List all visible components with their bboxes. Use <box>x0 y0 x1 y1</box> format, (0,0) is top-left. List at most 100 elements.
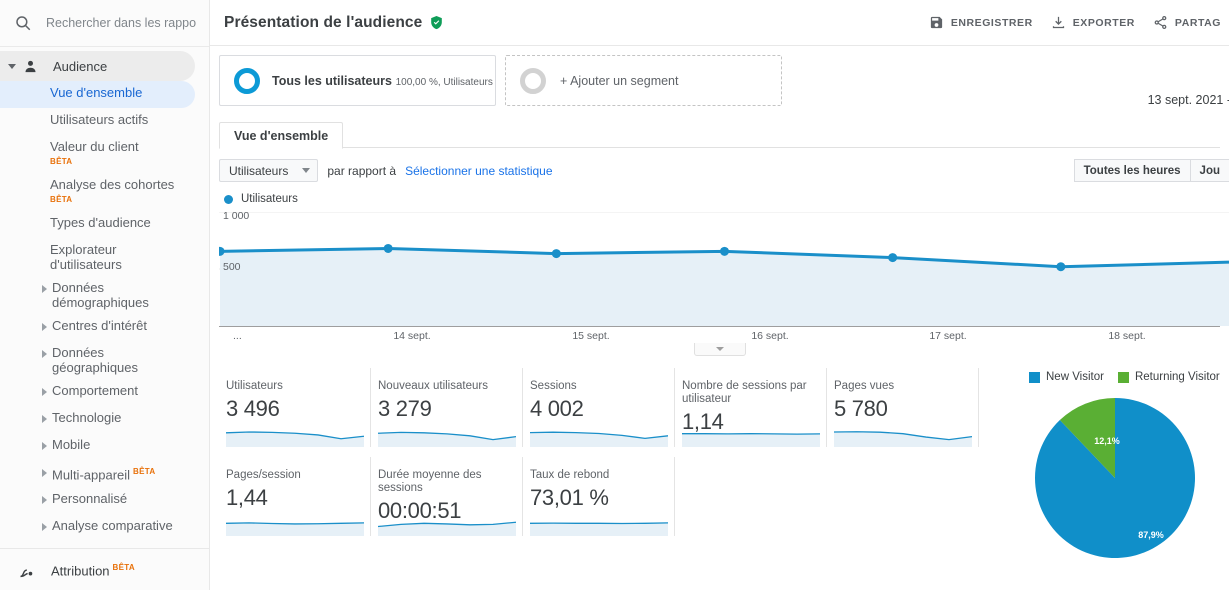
metric-label: Nombre de sessions par utilisateur <box>682 380 807 405</box>
granularity-daily[interactable]: Jou <box>1190 159 1229 182</box>
chart-xtick-17: 17 sept. <box>929 330 967 342</box>
share-button-label: PARTAG <box>1174 16 1221 29</box>
beta-badge: BÊTA <box>50 195 73 204</box>
date-range-picker[interactable]: 13 sept. 2021 - <box>1148 93 1229 107</box>
export-button-label: EXPORTER <box>1072 16 1135 29</box>
chevron-down-icon <box>715 347 724 351</box>
sidebar-item-analyse-des-cohortes[interactable]: Analyse des cohortes BÊTA <box>0 173 195 211</box>
pie-chart-area: 12,1% 87,9% <box>1029 392 1229 575</box>
pie-label-new: 87,9% <box>1138 530 1164 540</box>
sidebar-item-donnees-demographiques[interactable]: Données démographiques <box>0 276 195 314</box>
sidebar-item-text: Valeur du client <box>50 139 139 154</box>
sidebar: Audience Vue d'ensemble Utilisateurs act… <box>0 0 210 590</box>
metrics-and-pie: Utilisateurs 3 496 Nouveaux utilisateurs… <box>210 368 1229 575</box>
sidebar-item-label: Utilisateurs actifs <box>50 112 149 127</box>
nav-divider <box>0 548 209 549</box>
sidebar-item-centres-dinteret[interactable]: Centres d'intérêt <box>0 314 195 341</box>
compare-label: par rapport à <box>327 163 397 178</box>
sidebar-item-explorateur-dutilisateurs[interactable]: Explorateur d'utilisateurs <box>0 238 195 276</box>
metric-card-taux-de-rebond[interactable]: Taux de rebond 73,01 % <box>523 457 675 536</box>
page-title: Présentation de l'audience <box>224 13 423 31</box>
chevron-right-icon <box>42 496 47 504</box>
metric-sparkline <box>530 522 668 536</box>
metric-label: Pages/session <box>226 469 301 481</box>
sidebar-item-multi-appareil[interactable]: Multi-appareil BÊTA <box>0 460 195 487</box>
sidebar-item-valeur-du-client[interactable]: Valeur du client BÊTA <box>0 135 195 173</box>
metric-label: Sessions <box>530 380 577 392</box>
metric-sparkline <box>226 522 364 536</box>
sidebar-item-donnees-geographiques[interactable]: Données géographiques <box>0 341 195 379</box>
sidebar-item-label: Analyse comparative <box>52 518 173 533</box>
segment-subtitle: 100,00 %, Utilisateurs <box>395 76 493 88</box>
segment-title: Tous les utilisateurs <box>272 73 392 88</box>
beta-badge: BÊTA <box>133 467 156 476</box>
metric-sparkline <box>834 431 972 447</box>
chart-collapse-handle[interactable] <box>693 343 746 356</box>
chart-svg[interactable] <box>215 211 1229 326</box>
select-metric-link[interactable]: Sélectionner une statistique <box>405 164 552 178</box>
export-button[interactable]: EXPORTER <box>1051 15 1135 30</box>
sidebar-item-mobile[interactable]: Mobile <box>0 433 195 460</box>
tab-vue-densemble[interactable]: Vue d'ensemble <box>219 122 344 149</box>
chart-ytick-1000: 1 000 <box>223 210 250 222</box>
main-content: Présentation de l'audience ENREGISTRER E… <box>210 0 1229 590</box>
sidebar-item-label: Types d'audience <box>50 215 151 230</box>
pie-legend-swatch-returning <box>1117 371 1129 383</box>
sidebar-nav: Audience Vue d'ensemble Utilisateurs act… <box>0 47 209 590</box>
metric-card-sessions[interactable]: Sessions 4 002 <box>523 368 675 447</box>
sidebar-item-label: Données démographiques <box>52 280 149 310</box>
chart-xtick-15: 15 sept. <box>572 330 610 342</box>
save-icon <box>930 16 942 29</box>
segment-ring-placeholder-icon <box>520 67 546 94</box>
pie-label-returning: 12,1% <box>1094 436 1120 446</box>
legend-label: Utilisateurs <box>241 193 298 205</box>
sidebar-group-audience[interactable]: Audience <box>0 51 195 81</box>
add-segment-button[interactable]: + Ajouter un segment <box>505 55 782 106</box>
share-icon <box>1154 15 1167 30</box>
date-range-label: 13 sept. 2021 - <box>1147 93 1229 107</box>
save-button[interactable]: ENREGISTRER <box>929 15 1033 30</box>
search-icon <box>14 14 32 32</box>
sidebar-item-types-daudience[interactable]: Types d'audience <box>0 211 195 238</box>
search-input[interactable] <box>46 16 196 30</box>
metric-value: 1,44 <box>226 485 268 510</box>
pie-slice-new-visitor[interactable] <box>1035 398 1196 558</box>
sidebar-item-utilisateurs-actifs[interactable]: Utilisateurs actifs <box>0 108 195 135</box>
segment-all-users[interactable]: Tous les utilisateurs 100,00 %, Utilisat… <box>219 55 496 106</box>
new-vs-returning-pie: New Visitor Returning Visitor 12,1% 87,9… <box>1029 368 1229 575</box>
sidebar-search[interactable] <box>0 0 209 47</box>
segment-ring-icon <box>234 67 260 94</box>
sidebar-item-vue-densemble[interactable]: Vue d'ensemble <box>0 81 195 108</box>
tab-label: Vue d'ensemble <box>234 128 329 143</box>
metric-card-duree-moyenne[interactable]: Durée moyenne des sessions 00:00:51 <box>371 457 523 536</box>
pie-chart-svg[interactable]: 12,1% 87,9% <box>1029 392 1229 572</box>
metric-card-pages-session[interactable]: Pages/session 1,44 <box>219 457 371 536</box>
legend-color-swatch <box>224 194 233 204</box>
metric-card-pages-vues[interactable]: Pages vues 5 780 <box>827 368 979 447</box>
metric-label: Utilisateurs <box>226 380 283 392</box>
metric-value: 3 496 <box>226 396 280 421</box>
segments-bar: Tous les utilisateurs 100,00 %, Utilisat… <box>210 46 1229 107</box>
chart-x-axis: ... 14 sept. 15 sept. 16 sept. 17 sept. … <box>219 326 1220 356</box>
sidebar-item-attribution[interactable]: Attribution BÊTA <box>0 552 209 590</box>
sidebar-item-technologie[interactable]: Technologie <box>0 406 195 433</box>
sidebar-item-comportement[interactable]: Comportement <box>0 379 195 406</box>
chevron-down-icon <box>8 63 16 69</box>
granularity-hourly[interactable]: Toutes les heures <box>1073 159 1191 182</box>
chevron-right-icon <box>42 388 47 396</box>
metric-card-utilisateurs[interactable]: Utilisateurs 3 496 <box>219 368 371 447</box>
metric-card-sessions-par-utilisateur[interactable]: Nombre de sessions par utilisateur 1,14 <box>675 368 827 447</box>
sidebar-item-label: Mobile <box>52 437 91 452</box>
chevron-right-icon <box>42 415 47 423</box>
metric-card-nouveaux-utilisateurs[interactable]: Nouveaux utilisateurs 3 279 <box>371 368 523 447</box>
share-button[interactable]: PARTAG <box>1153 15 1221 30</box>
sidebar-item-personnalise[interactable]: Personnalisé <box>0 487 195 514</box>
metric-sparkline <box>530 431 668 447</box>
granularity-toggle: Toutes les heures Jou <box>1073 159 1229 182</box>
sidebar-item-analyse-comparative[interactable]: Analyse comparative <box>0 514 195 541</box>
pie-legend-swatch-new <box>1029 371 1040 383</box>
metric-sparkline <box>682 433 820 447</box>
metric-selector[interactable]: Utilisateurs <box>219 159 319 182</box>
sidebar-bottom-label: Attribution BÊTA <box>51 563 135 578</box>
chevron-right-icon <box>42 442 47 450</box>
